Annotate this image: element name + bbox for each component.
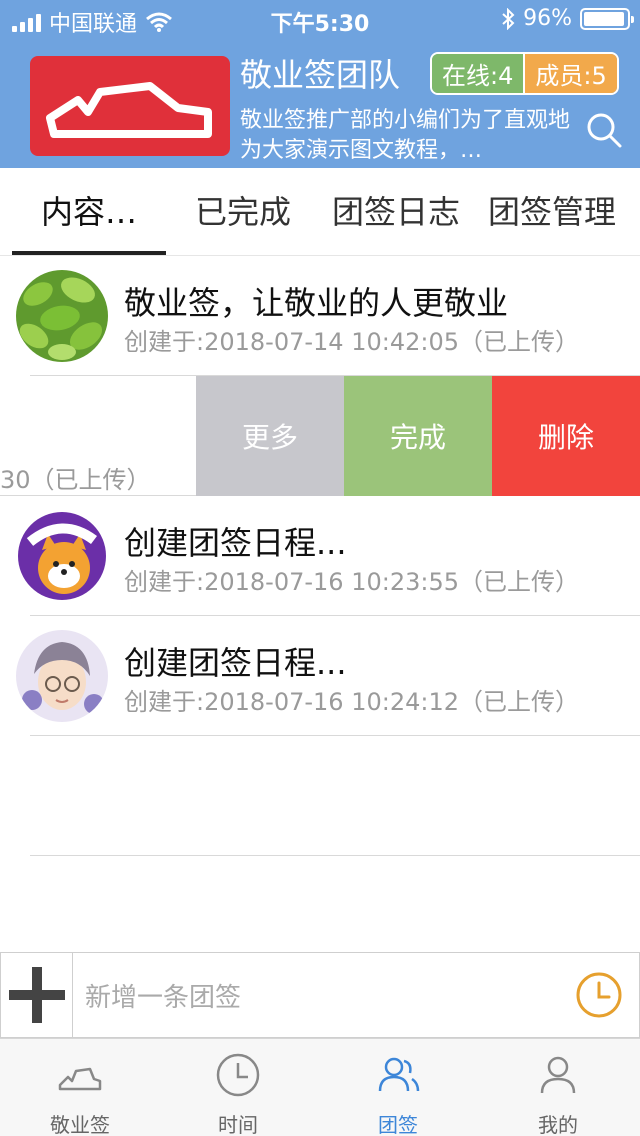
- shoe-icon: [58, 1067, 102, 1091]
- note-title: 敬业签，让敬业的人更敬业: [124, 284, 509, 322]
- avatar: [16, 630, 108, 722]
- note-meta: 创建于:2018-07-14 10:42:05（已上传）: [124, 328, 579, 356]
- nav-label: 团签: [378, 1113, 418, 1136]
- battery-percent: 96%: [523, 6, 572, 31]
- note-meta: 创建于:2018-07-16 10:23:55（已上传）: [124, 568, 579, 596]
- nav-label: 我的: [538, 1113, 578, 1136]
- group-icon: [378, 1057, 420, 1092]
- tab-manage[interactable]: 团签管理: [478, 168, 626, 256]
- shoe-logo-icon: [46, 82, 212, 138]
- nav-item-mine[interactable]: 我的: [498, 1039, 618, 1136]
- avatar: [16, 270, 108, 362]
- member-badges: 在线:4 成员:5: [430, 52, 619, 95]
- list-item[interactable]: 敬业签，让敬业的人更敬业 创建于:2018-07-14 10:42:05（已上传…: [0, 256, 640, 376]
- group-logo[interactable]: [30, 56, 230, 156]
- list-item[interactable]: 创建团签日程... 创建于:2018-07-16 10:23:55（已上传）: [0, 496, 640, 616]
- nav-item-jingyeqian[interactable]: 敬业签: [20, 1039, 140, 1136]
- avatar: [16, 510, 108, 602]
- active-tab-indicator: [12, 251, 166, 255]
- plus-icon: [9, 967, 65, 1023]
- reminder-clock-icon[interactable]: [575, 971, 623, 1019]
- nav-item-time[interactable]: 时间: [178, 1039, 298, 1136]
- more-button[interactable]: 更多: [196, 376, 344, 496]
- tab-content[interactable]: 内容…: [12, 168, 166, 256]
- clock-icon: [216, 1053, 260, 1097]
- nav-item-group[interactable]: 团签: [338, 1039, 458, 1136]
- divider: [30, 735, 640, 736]
- bluetooth-icon: [502, 7, 515, 30]
- group-header: 敬业签团队 在线:4 成员:5 敬业签推广部的小编们为了直观地为大家演示图文教程…: [0, 40, 640, 168]
- nav-label: 时间: [218, 1113, 258, 1136]
- add-button[interactable]: [1, 953, 73, 1037]
- search-icon[interactable]: [584, 110, 624, 150]
- list-item[interactable]: 创建团签日程... 创建于:2018-07-16 10:24:12（已上传）: [0, 616, 640, 736]
- note-meta: 30（已上传）: [0, 466, 151, 494]
- status-bar: 中国联通 下午5:30 96%: [0, 0, 640, 40]
- content-tabs: 内容… 已完成 团签日志 团签管理: [0, 168, 640, 256]
- tab-completed[interactable]: 已完成: [178, 168, 308, 256]
- add-note-bar: 新增一条团签: [0, 952, 640, 1038]
- new-note-input[interactable]: 新增一条团签: [85, 977, 241, 1014]
- swiped-list-item[interactable]: 30（已上传） 更多 完成 删除: [0, 376, 640, 496]
- online-count-badge: 在线:4: [432, 54, 524, 93]
- battery-icon: [580, 7, 634, 30]
- bottom-nav: 敬业签 时间 团签 我的: [0, 1038, 640, 1136]
- group-title: 敬业签团队: [240, 56, 401, 94]
- note-title: 创建团签日程...: [124, 644, 347, 682]
- member-count-badge: 成员:5: [523, 54, 617, 93]
- complete-button[interactable]: 完成: [344, 376, 492, 496]
- tab-log[interactable]: 团签日志: [322, 168, 470, 256]
- group-description: 敬业签推广部的小编们为了直观地为大家演示图文教程，…: [240, 108, 570, 163]
- divider: [30, 855, 640, 856]
- person-icon: [540, 1056, 576, 1094]
- delete-button[interactable]: 删除: [492, 376, 640, 496]
- note-meta: 创建于:2018-07-16 10:24:12（已上传）: [124, 688, 579, 716]
- nav-label: 敬业签: [50, 1113, 110, 1136]
- note-title: 创建团签日程...: [124, 524, 347, 562]
